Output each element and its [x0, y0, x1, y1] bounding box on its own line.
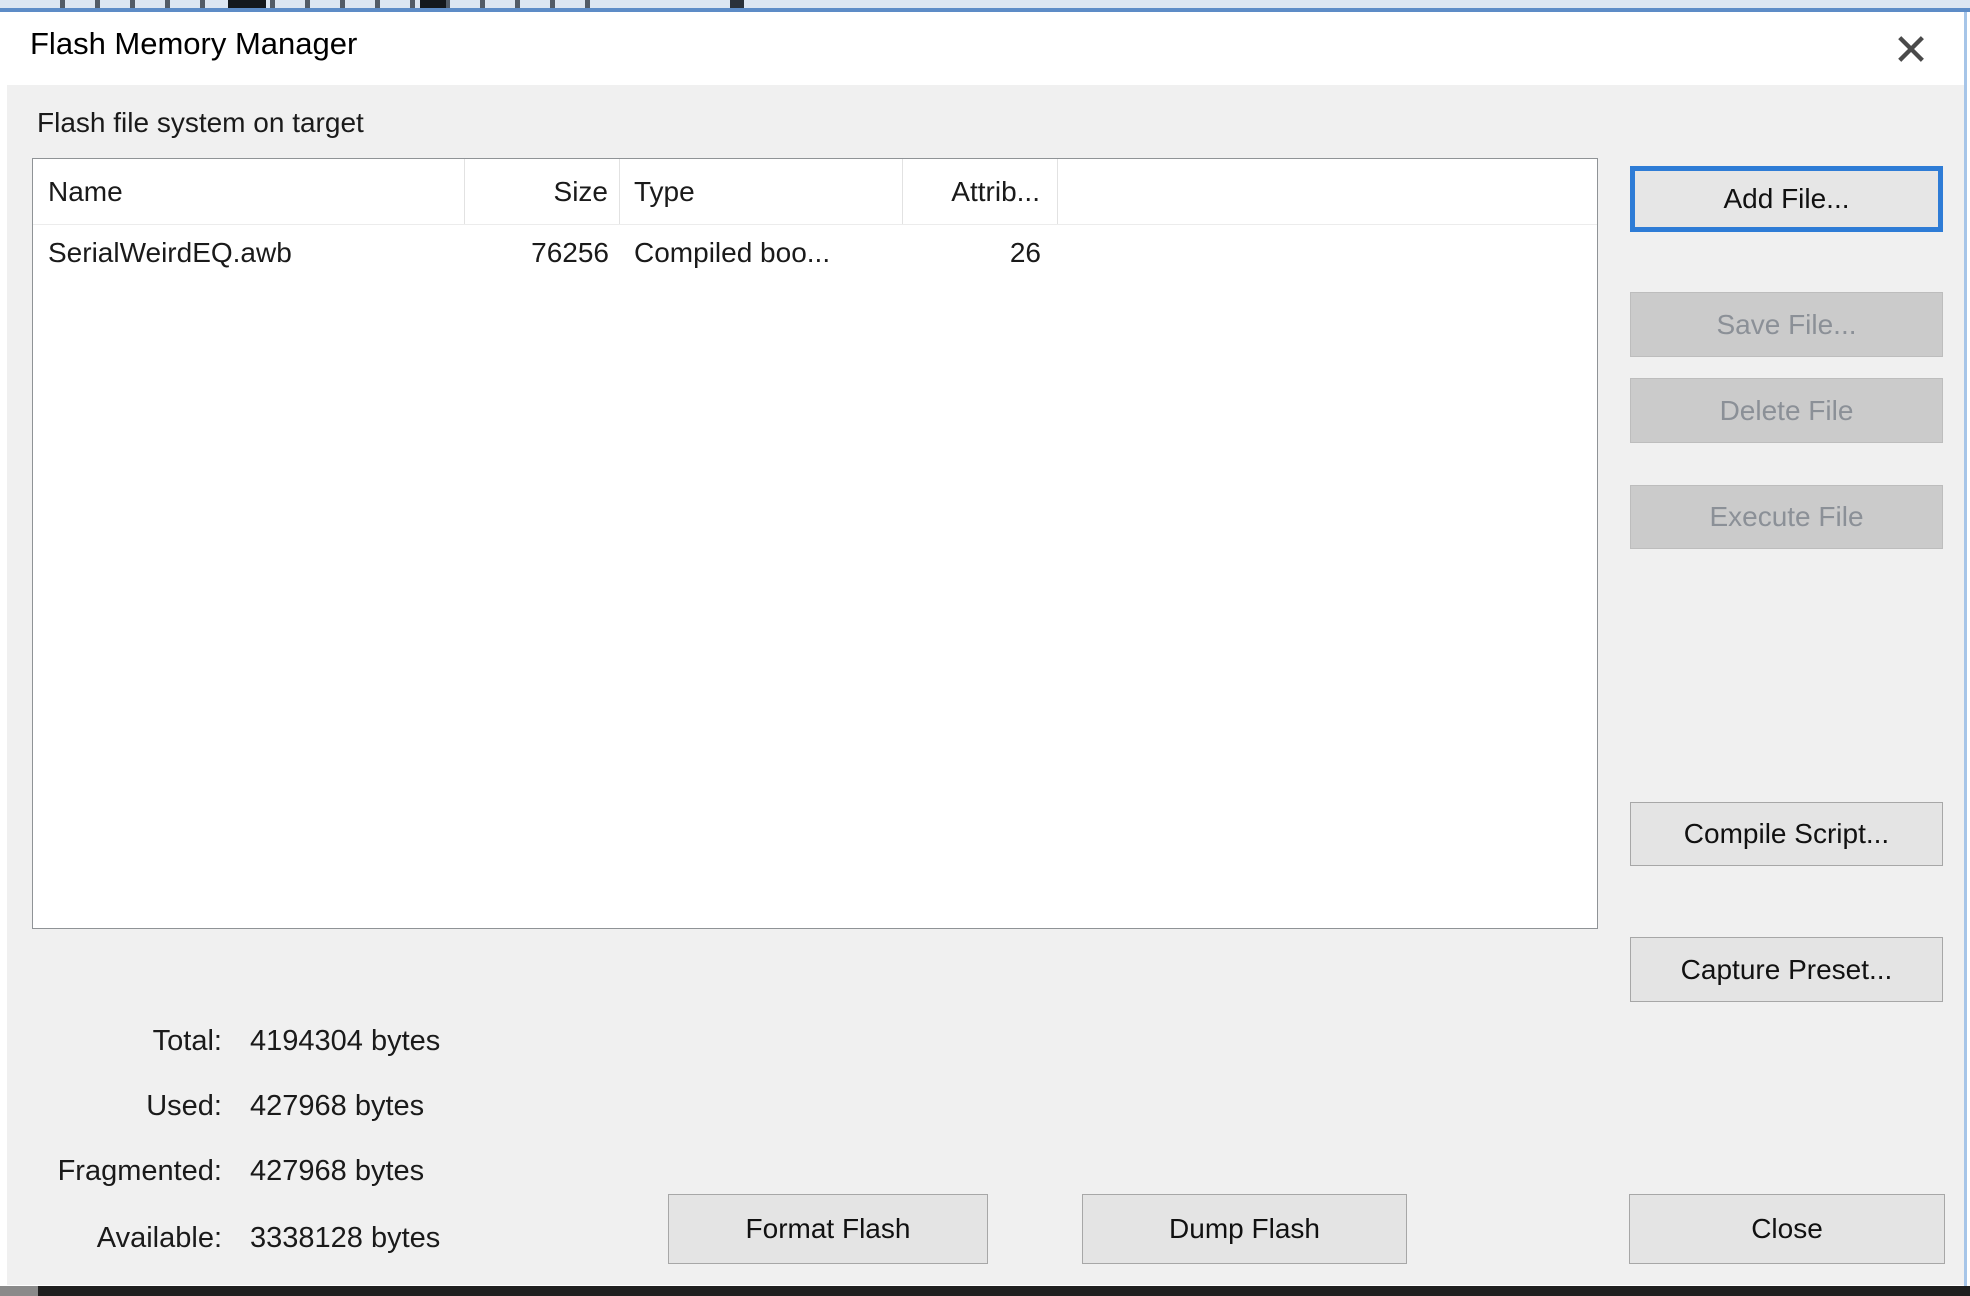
file-list[interactable]: Name Size Type Attrib... SerialWeirdEQ.a… [32, 158, 1598, 929]
stat-fragmented-label: Fragmented: [7, 1153, 222, 1189]
background-toolbar-mark [730, 0, 744, 8]
save-file-button[interactable]: Save File... [1630, 292, 1943, 357]
close-dialog-button[interactable]: Close [1629, 1194, 1945, 1264]
add-file-button[interactable]: Add File... [1630, 166, 1943, 232]
background-window-bottom-edge [0, 1286, 1970, 1296]
dump-flash-button[interactable]: Dump Flash [1082, 1194, 1407, 1264]
stat-used-value: 427968 bytes [250, 1090, 424, 1122]
stat-total: Total: 4194304 bytes [7, 1023, 440, 1059]
file-type-cell: Compiled boo... [620, 225, 903, 280]
window-title: Flash Memory Manager [30, 26, 357, 62]
file-row[interactable]: SerialWeirdEQ.awb 76256 Compiled boo... … [33, 225, 1597, 280]
column-header-name[interactable]: Name [33, 159, 465, 224]
close-button[interactable]: ✕ [1880, 20, 1942, 80]
file-size-cell: 76256 [465, 225, 620, 280]
capture-preset-button[interactable]: Capture Preset... [1630, 937, 1943, 1002]
delete-file-button[interactable]: Delete File [1630, 378, 1943, 443]
background-window-edge [0, 0, 1970, 12]
background-window-bottom-corner [0, 1286, 38, 1296]
flash-file-system-label: Flash file system on target [37, 107, 364, 139]
column-header-type[interactable]: Type [620, 159, 903, 224]
execute-file-button[interactable]: Execute File [1630, 485, 1943, 549]
stat-available-label: Available: [7, 1220, 222, 1256]
flash-memory-manager-dialog: Flash Memory Manager ✕ Flash file system… [0, 0, 1970, 1296]
file-row-filler [1058, 225, 1597, 280]
close-icon: ✕ [1893, 25, 1930, 76]
title-bar: Flash Memory Manager ✕ [0, 12, 1964, 85]
file-list-header: Name Size Type Attrib... [33, 159, 1597, 225]
background-toolbar-mark [228, 0, 266, 8]
stat-available-value: 3338128 bytes [250, 1222, 440, 1254]
dialog-body: Flash file system on target Name Size Ty… [7, 85, 1964, 1285]
background-toolbar-mark [420, 0, 446, 8]
stat-total-label: Total: [7, 1023, 222, 1059]
stat-used: Used: 427968 bytes [7, 1088, 424, 1124]
stat-fragmented-value: 427968 bytes [250, 1155, 424, 1187]
stat-total-value: 4194304 bytes [250, 1025, 440, 1057]
dialog-right-edge [1964, 12, 1967, 1286]
column-header-filler [1058, 159, 1597, 224]
stat-used-label: Used: [7, 1088, 222, 1124]
column-header-attrib[interactable]: Attrib... [903, 159, 1058, 224]
stat-available: Available: 3338128 bytes [7, 1220, 440, 1256]
stat-fragmented: Fragmented: 427968 bytes [7, 1153, 424, 1189]
background-toolbar-marks [30, 0, 600, 8]
compile-script-button[interactable]: Compile Script... [1630, 802, 1943, 866]
file-attrib-cell: 26 [903, 225, 1058, 280]
column-header-size[interactable]: Size [465, 159, 620, 224]
file-name-cell: SerialWeirdEQ.awb [33, 225, 465, 280]
format-flash-button[interactable]: Format Flash [668, 1194, 988, 1264]
